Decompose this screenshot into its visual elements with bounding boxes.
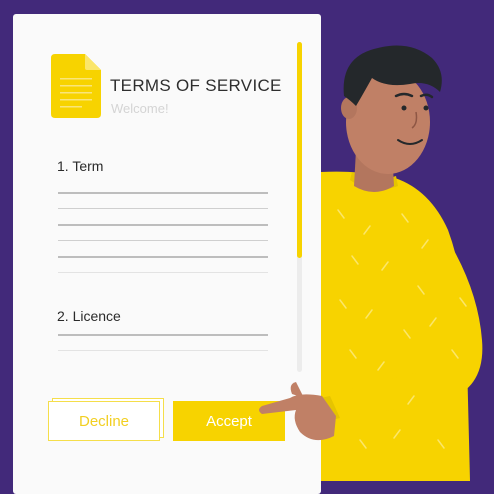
scrollbar-thumb[interactable] xyxy=(297,42,302,258)
text-line xyxy=(58,192,268,194)
text-line xyxy=(58,224,268,226)
document-icon xyxy=(51,54,101,118)
text-line xyxy=(58,334,268,336)
accept-button[interactable]: Accept xyxy=(173,401,285,441)
dialog-subtitle: Welcome! xyxy=(111,101,169,116)
section-heading-term: 1. Term xyxy=(57,158,104,174)
text-line xyxy=(58,272,268,273)
decline-button[interactable]: Decline xyxy=(48,401,160,441)
text-line xyxy=(58,256,268,258)
text-line xyxy=(58,240,268,241)
text-line xyxy=(58,208,268,209)
section-heading-licence: 2. Licence xyxy=(57,308,121,324)
dialog-title: TERMS OF SERVICE xyxy=(110,76,282,95)
text-line xyxy=(58,350,268,351)
illustration-scene: TERMS OF SERVICE Welcome! 1. Term 2. Lic… xyxy=(0,0,494,494)
